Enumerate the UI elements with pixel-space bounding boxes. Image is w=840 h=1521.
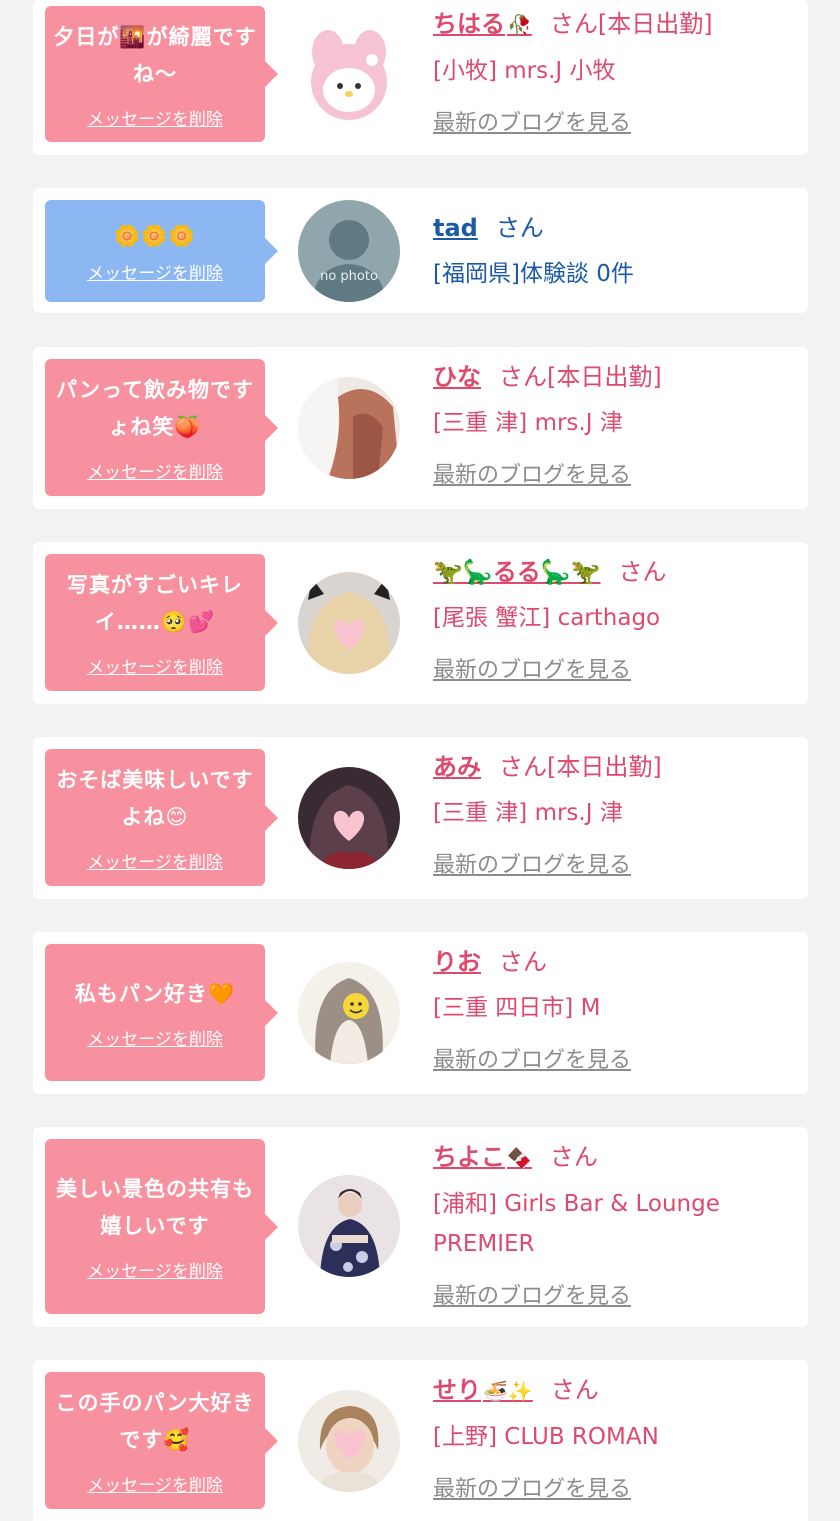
message-bubble: 美しい景色の共有も嬉しいです メッセージを削除 [45, 1139, 278, 1314]
avatar-user-photo-icon[interactable] [298, 377, 400, 479]
honorific-status: さん [618, 558, 667, 586]
message-bubble: パンって飲み物ですょね笑🍑 メッセージを削除 [45, 359, 278, 496]
latest-blog-link[interactable]: 最新のブログを見る [433, 1278, 631, 1310]
latest-blog-link[interactable]: 最新のブログを見る [433, 1042, 631, 1074]
delete-message-link[interactable]: メッセージを削除 [87, 653, 223, 678]
user-info: ひな さん[本日出勤] [三重 津] mrs.J 津 最新のブログを見る [433, 359, 793, 489]
message-bubble: 写真がすごいキレイ……🥺💕 メッセージを削除 [45, 554, 278, 691]
delete-message-link[interactable]: メッセージを削除 [87, 105, 223, 130]
message-card: おそば美味しいですよね😊 メッセージを削除 あみ さん[本日出勤] [三重 津] … [33, 737, 808, 899]
avatar-heart-face-photo-icon[interactable] [298, 1390, 400, 1492]
user-info: ちはる 🥀 さん[本日出勤] [小牧] mrs.J 小牧 最新のブログを見る [433, 6, 793, 137]
user-info: あみ さん[本日出勤] [三重 津] mrs.J 津 最新のブログを見る [433, 749, 793, 879]
user-info: tad さん [福岡県]体験談 0件 [433, 210, 793, 294]
message-card: 夕日が🌇が綺麗ですね〜 メッセージを削除 ちはる 🥀 さん[本日出勤] [小牧] m… [33, 0, 808, 155]
message-card: この手のパン大好きです🥰 メッセージを削除 せり 🍜✨ さん [上野] CLUB R… [33, 1360, 808, 1521]
avatar-character-plush-icon[interactable] [298, 24, 400, 126]
rose-icon: 🥀 [507, 13, 532, 37]
latest-blog-link[interactable]: 最新のブログを見る [433, 652, 631, 684]
user-name-link[interactable]: りお [433, 948, 481, 976]
favorites-message-list: 夕日が🌇が綺麗ですね〜 メッセージを削除 ちはる 🥀 さん[本日出勤] [小牧] m… [0, 0, 840, 1521]
chocolate-icon: 🍫 [507, 1146, 532, 1170]
honorific-status: さん[本日出勤] [499, 753, 662, 781]
latest-blog-link[interactable]: 最新のブログを見る [433, 105, 631, 137]
user-name-link[interactable]: 🦖🦕るる🦕🦖 [433, 558, 601, 586]
user-name-link[interactable]: ちよこ 🍫 [433, 1143, 532, 1171]
message-text: この手のパン大好きです🥰 [55, 1391, 255, 1452]
honorific-status: さん[本日出勤] [499, 363, 662, 391]
honorific-status: さん [549, 1143, 598, 1171]
shop-label: [福岡県]体験談 0件 [433, 261, 634, 287]
message-bubble: 夕日が🌇が綺麗ですね〜 メッセージを削除 [45, 6, 278, 142]
no-photo-label: no photo [320, 269, 378, 284]
message-text: パンって飲み物ですょね笑🍑 [56, 378, 254, 439]
avatar-kimono-photo-icon[interactable] [298, 1175, 400, 1277]
avatar-heart-face-photo-icon[interactable] [298, 572, 400, 674]
avatar-heart-face-photo-icon[interactable] [298, 767, 400, 869]
delete-message-link[interactable]: メッセージを削除 [87, 1257, 223, 1282]
user-info: 🦖🦕るる🦕🦖 さん [尾張 蟹江] carthago 最新のブログを見る [433, 554, 793, 684]
shop-label: [三重 四日市] M [433, 995, 601, 1021]
message-text: 写真がすごいキレイ……🥺💕 [67, 573, 243, 634]
honorific-status: さん[本日出勤] [549, 10, 713, 38]
message-text: 夕日が🌇が綺麗ですね〜 [53, 24, 257, 86]
user-name-link[interactable]: あみ [433, 753, 481, 781]
message-text: 🌼🌼🌼 [114, 224, 196, 248]
shop-label: [三重 津] mrs.J 津 [433, 800, 623, 826]
avatar-smiley-face-photo-icon[interactable] [298, 962, 400, 1064]
user-name-link[interactable]: ひな [433, 363, 481, 391]
latest-blog-link[interactable]: 最新のブログを見る [433, 457, 631, 489]
user-name-link[interactable]: tad [433, 214, 478, 242]
message-bubble: この手のパン大好きです🥰 メッセージを削除 [45, 1372, 278, 1509]
message-bubble: 私もパン好き🧡 メッセージを削除 [45, 944, 278, 1081]
message-text: 私もパン好き🧡 [74, 981, 236, 1006]
latest-blog-link[interactable]: 最新のブログを見る [433, 847, 631, 879]
user-name-link[interactable]: ちはる 🥀 [433, 10, 532, 38]
delete-message-link[interactable]: メッセージを削除 [87, 848, 223, 873]
message-bubble: 🌼🌼🌼 メッセージを削除 [45, 200, 278, 302]
message-text: 美しい景色の共有も嬉しいです [56, 1177, 254, 1238]
honorific-status: さん [550, 1376, 599, 1404]
message-card: 🌼🌼🌼 メッセージを削除 no photo tad さん [福岡県]体験談 0件 [33, 188, 808, 313]
user-info: せり 🍜✨ さん [上野] CLUB ROMAN 最新のブログを見る [433, 1372, 793, 1503]
delete-message-link[interactable]: メッセージを削除 [87, 1471, 223, 1496]
latest-blog-link[interactable]: 最新のブログを見る [433, 1471, 631, 1503]
message-card: 写真がすごいキレイ……🥺💕 メッセージを削除 🦖🦕るる🦕🦖 さん [尾張 蟹江] … [33, 542, 808, 704]
delete-message-link[interactable]: メッセージを削除 [87, 1025, 223, 1050]
user-info: りお さん [三重 四日市] M 最新のブログを見る [433, 944, 793, 1074]
shop-label: [三重 津] mrs.J 津 [433, 410, 623, 436]
message-card: 美しい景色の共有も嬉しいです メッセージを削除 ちよこ 🍫 さん [浦和] Girl… [33, 1127, 808, 1327]
honorific-status: さん [499, 948, 547, 976]
shop-label: [浦和] Girls Bar & Lounge PREMIER [433, 1191, 720, 1257]
message-card: 私もパン好き🧡 メッセージを削除 りお さん [三重 四日市] M 最新のブログを… [33, 932, 808, 1094]
message-text: おそば美味しいですよね😊 [56, 768, 254, 829]
delete-message-link[interactable]: メッセージを削除 [87, 259, 223, 284]
user-name-link[interactable]: せり 🍜✨ [433, 1376, 533, 1404]
shop-label: [尾張 蟹江] carthago [433, 605, 661, 631]
ramen-sparkles-icon: 🍜✨ [483, 1379, 533, 1403]
honorific-status: さん [495, 214, 544, 242]
user-info: ちよこ 🍫 さん [浦和] Girls Bar & Lounge PREMIER 最… [433, 1139, 793, 1310]
avatar-no-photo-silhouette-icon[interactable]: no photo [298, 200, 400, 302]
shop-label: [小牧] mrs.J 小牧 [433, 58, 616, 84]
shop-label: [上野] CLUB ROMAN [433, 1424, 659, 1450]
delete-message-link[interactable]: メッセージを削除 [87, 458, 223, 483]
message-card: パンって飲み物ですょね笑🍑 メッセージを削除 ひな さん[本日出勤] [三重 津]… [33, 347, 808, 509]
message-bubble: おそば美味しいですよね😊 メッセージを削除 [45, 749, 278, 886]
